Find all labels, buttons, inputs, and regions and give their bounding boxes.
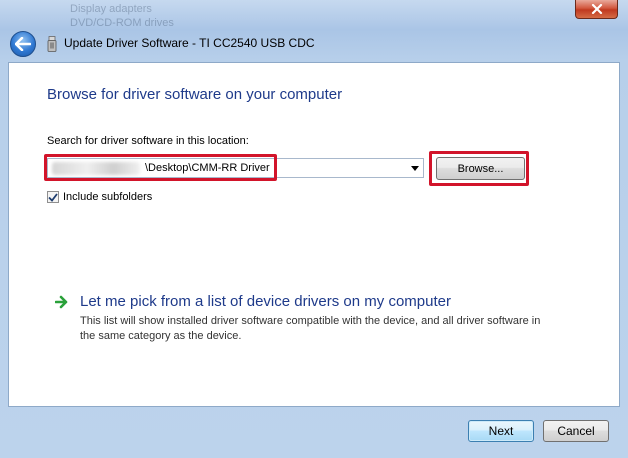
usb-device-icon <box>47 36 57 52</box>
browse-highlight-box <box>429 151 529 186</box>
cancel-button[interactable]: Cancel <box>543 420 609 442</box>
pick-from-list-description: This list will show installed driver sof… <box>80 315 541 342</box>
content-panel: Browse for driver software on your compu… <box>8 62 620 407</box>
back-arrow-icon <box>15 37 31 51</box>
pick-from-list-link[interactable]: Let me pick from a list of device driver… <box>80 293 451 310</box>
path-highlight-box <box>44 154 277 181</box>
include-subfolders-label: Include subfolders <box>63 191 153 203</box>
background-window-text: Display adapters DVD/CD-ROM drives <box>70 3 174 29</box>
dropdown-arrow-button[interactable] <box>409 162 421 174</box>
window-title: Update Driver Software - TI CC2540 USB C… <box>64 36 315 50</box>
checkmark-icon <box>48 192 58 202</box>
page-heading: Browse for driver software on your compu… <box>47 86 343 103</box>
back-button[interactable] <box>10 31 36 57</box>
close-icon <box>591 4 602 14</box>
close-button[interactable] <box>575 0 618 19</box>
window-frame: Display adapters DVD/CD-ROM drives Updat… <box>0 0 628 458</box>
include-subfolders-checkbox[interactable] <box>47 191 59 203</box>
next-button[interactable]: Next <box>468 420 534 442</box>
green-arrow-icon <box>55 295 68 309</box>
search-location-label: Search for driver software in this locat… <box>47 135 249 147</box>
chevron-down-icon <box>411 165 419 171</box>
include-subfolders-row[interactable]: Include subfolders <box>47 191 152 203</box>
